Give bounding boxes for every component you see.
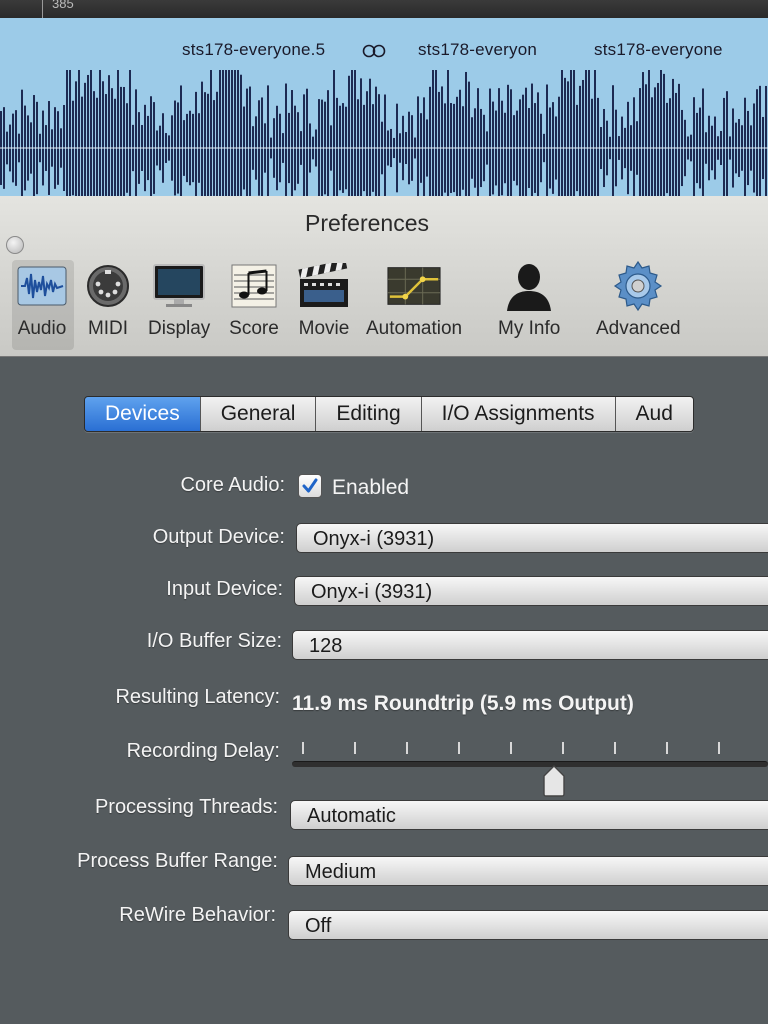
score-notes-icon (226, 258, 282, 314)
tab-devices[interactable]: Devices (85, 397, 201, 431)
user-silhouette-icon (501, 258, 557, 314)
toolbar-item-score[interactable]: Score (226, 258, 282, 340)
toolbar-item-advanced[interactable]: Advanced (596, 258, 681, 340)
loop-icon (362, 44, 386, 63)
tab-editing[interactable]: Editing (316, 397, 422, 431)
toolbar-label: Advanced (596, 318, 681, 339)
clapperboard-icon (296, 258, 352, 314)
io-buffer-size-popup[interactable]: 128 (292, 630, 768, 660)
rewire-behavior-label: ReWire Behavior: (119, 904, 276, 926)
toolbar-label: MIDI (87, 318, 129, 339)
input-device-popup[interactable]: Onyx-i (3931) (294, 576, 768, 606)
ruler-bar-number: 385 (52, 0, 74, 11)
slider-tick (666, 742, 668, 754)
slider-tick (302, 742, 304, 754)
monitor-icon (151, 258, 207, 314)
toolbar-item-automation[interactable]: Automation (366, 258, 462, 340)
slider-tick (406, 742, 408, 754)
slider-tick (718, 742, 720, 754)
toolbar-label: Display (148, 318, 211, 339)
processing-threads-label: Processing Threads: (94, 796, 278, 818)
region-name[interactable]: sts178-everyone (594, 40, 723, 60)
tab-io-assignments[interactable]: I/O Assignments (421, 397, 616, 431)
recording-delay-knob[interactable] (541, 764, 567, 798)
toolbar-label: Score (229, 318, 279, 339)
audio-track-lane[interactable]: sts178-everyone.5 sts178-everyon sts178-… (0, 18, 768, 222)
processing-threads-popup[interactable]: Automatic (290, 800, 768, 830)
toolbar-item-midi[interactable]: MIDI (80, 258, 136, 340)
rewire-behavior-popup[interactable]: Off (288, 910, 768, 940)
window-titlebar: Preferences Audio MIDI Display Score Mov… (0, 196, 768, 357)
slider-tick (614, 742, 616, 754)
process-buffer-range-label: Process Buffer Range: (77, 850, 278, 872)
resulting-latency-value: 11.9 ms Roundtrip (5.9 ms Output) (292, 692, 634, 715)
toolbar-label: Automation (366, 318, 463, 339)
toolbar-label: My Info (498, 318, 561, 339)
slider-tick (562, 742, 564, 754)
resulting-latency-label: Resulting Latency: (115, 686, 280, 708)
process-buffer-range-popup[interactable]: Medium (288, 856, 768, 886)
gear-icon (610, 258, 666, 314)
core-audio-label: Core Audio: (180, 474, 285, 496)
preferences-window: Preferences Audio MIDI Display Score Mov… (0, 196, 768, 1024)
region-name[interactable]: sts178-everyon (418, 40, 537, 60)
midi-connector-icon (80, 258, 136, 314)
preferences-tab-bar: Devices General Editing I/O Assignments … (84, 396, 694, 432)
slider-tick (458, 742, 460, 754)
core-audio-enabled-label[interactable]: Enabled (332, 476, 409, 500)
toolbar-item-my-info[interactable]: My Info (498, 258, 560, 340)
toolbar-label: Movie (298, 318, 350, 339)
toolbar-item-movie[interactable]: Movie (296, 258, 352, 340)
toolbar-item-audio[interactable]: Audio (14, 258, 70, 340)
core-audio-checkbox[interactable] (298, 474, 322, 498)
output-device-label: Output Device: (152, 526, 285, 548)
checkmark-icon (302, 478, 318, 493)
tab-general[interactable]: General (200, 397, 317, 431)
output-device-popup[interactable]: Onyx-i (3931) (296, 523, 768, 553)
toolbar-label: Audio (17, 318, 67, 339)
window-title: Preferences (305, 210, 430, 236)
recording-delay-label: Recording Delay: (126, 740, 280, 762)
slider-tick (510, 742, 512, 754)
recording-delay-slider[interactable] (292, 761, 768, 767)
bar-ruler[interactable]: 385 (0, 0, 768, 19)
io-buffer-size-label: I/O Buffer Size: (146, 630, 282, 652)
input-device-label: Input Device: (166, 578, 283, 600)
tab-audio-more[interactable]: Aud (615, 397, 693, 431)
audio-waveform-icon (14, 258, 70, 314)
window-close-button[interactable] (6, 236, 24, 254)
slider-tick (354, 742, 356, 754)
toolbar-item-display[interactable]: Display (148, 258, 210, 340)
arrange-area: 385 sts178-everyone.5 sts178-everyon sts… (0, 0, 768, 222)
region-name[interactable]: sts178-everyone.5 (182, 40, 325, 60)
automation-curve-icon (386, 258, 442, 314)
ruler-tick (42, 0, 43, 18)
